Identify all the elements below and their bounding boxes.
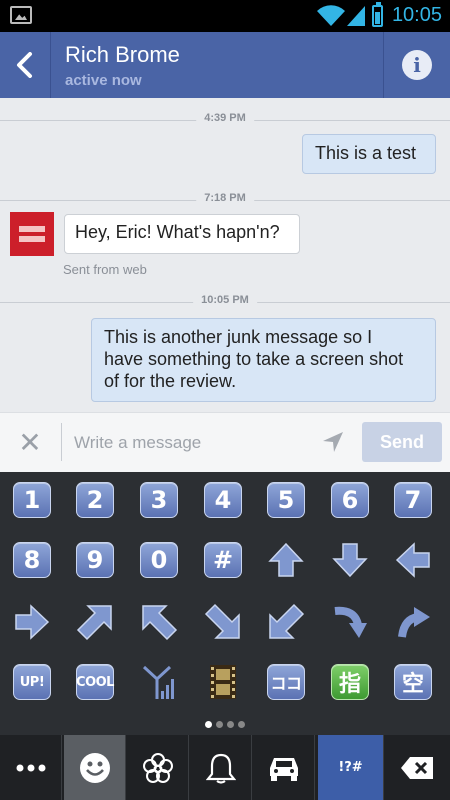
message-line: have something to take a screen shot: [104, 349, 404, 369]
avatar[interactable]: [10, 212, 54, 256]
bell-icon[interactable]: [190, 735, 252, 800]
left-arrow-icon[interactable]: [393, 540, 433, 580]
battery-icon: [372, 2, 383, 27]
page-dot: [227, 721, 234, 728]
timestamp: 7:18 PM: [196, 192, 254, 204]
emoji-key-1[interactable]: 1: [12, 480, 52, 520]
up-arrow-icon[interactable]: [266, 540, 306, 580]
down-right-arrow-icon[interactable]: [203, 602, 243, 642]
location-arrow-icon[interactable]: [322, 431, 344, 453]
divider: [61, 423, 62, 461]
page-indicator: [0, 721, 450, 728]
emoji-key-vacancy[interactable]: 空: [393, 662, 433, 702]
emoji-key-3[interactable]: 3: [139, 480, 179, 520]
message-line: of for the review.: [104, 371, 237, 391]
outgoing-message[interactable]: This is another junk message so I have s…: [91, 318, 436, 402]
info-icon: i: [402, 50, 432, 80]
page-dot: [205, 721, 212, 728]
curve-down-arrow-icon[interactable]: [330, 602, 370, 642]
time-divider: 4:39 PM: [0, 112, 450, 128]
emoji-category-bar: !?#: [0, 735, 450, 800]
message-source: Sent from web: [63, 262, 147, 277]
conversation-header: Rich Brome active now i: [0, 32, 450, 98]
up-right-arrow-icon[interactable]: [75, 602, 115, 642]
film-icon[interactable]: [203, 662, 243, 702]
emoji-key-6[interactable]: 6: [330, 480, 370, 520]
emoji-keyboard: 1 2 3 4 5 6 7 8 9 0 # UP! COOL ココ 指 空: [0, 472, 450, 735]
time-divider: 10:05 PM: [0, 294, 450, 310]
emoji-key-hash[interactable]: #: [203, 540, 243, 580]
status-clock: 10:05: [391, 4, 442, 26]
flower-icon[interactable]: [127, 735, 189, 800]
chevron-left-icon: [17, 52, 32, 78]
message-input[interactable]: [72, 427, 316, 459]
message-line: This is another junk message so I: [104, 327, 373, 347]
down-left-arrow-icon[interactable]: [266, 602, 306, 642]
up-left-arrow-icon[interactable]: [139, 602, 179, 642]
timestamp: 10:05 PM: [193, 294, 257, 306]
status-bar: 10:05: [0, 0, 450, 32]
message-composer: ✕ Send: [0, 412, 450, 472]
emoji-key-7[interactable]: 7: [393, 480, 433, 520]
message-thread[interactable]: 4:39 PM This is a test 7:18 PM Hey, Eric…: [0, 98, 450, 412]
outgoing-message[interactable]: This is a test: [302, 134, 436, 174]
emoji-key-9[interactable]: 9: [75, 540, 115, 580]
signal-icon: [347, 6, 365, 26]
emoji-key-4[interactable]: 4: [203, 480, 243, 520]
right-arrow-icon[interactable]: [12, 602, 52, 642]
message-text: Hey, Eric! What's hapn'n?: [75, 222, 280, 242]
emoji-key-finger[interactable]: 指: [330, 662, 370, 702]
close-icon[interactable]: ✕: [12, 427, 48, 459]
curve-up-arrow-icon[interactable]: [393, 602, 433, 642]
car-icon[interactable]: [253, 735, 315, 800]
wifi-icon: [317, 5, 345, 26]
timestamp: 4:39 PM: [196, 112, 254, 124]
page-dot: [238, 721, 245, 728]
page-dot: [216, 721, 223, 728]
emoji-key-cool[interactable]: COOL: [75, 662, 115, 702]
emoji-key-up[interactable]: UP!: [12, 662, 52, 702]
emoji-key-5[interactable]: 5: [266, 480, 306, 520]
symbols-tab[interactable]: !?#: [318, 735, 384, 800]
smiley-icon[interactable]: [64, 735, 126, 800]
backspace-icon[interactable]: [384, 735, 450, 800]
down-arrow-icon[interactable]: [330, 540, 370, 580]
send-button[interactable]: Send: [362, 422, 442, 462]
more-icon[interactable]: [0, 735, 62, 800]
back-button[interactable]: [0, 32, 51, 98]
emoji-key-koko[interactable]: ココ: [266, 662, 306, 702]
message-text: This is a test: [315, 143, 417, 163]
info-button[interactable]: i: [383, 32, 450, 98]
gallery-notification-icon: [10, 6, 32, 24]
emoji-key-0[interactable]: 0: [139, 540, 179, 580]
incoming-message[interactable]: Hey, Eric! What's hapn'n?: [64, 214, 300, 254]
emoji-key-8[interactable]: 8: [12, 540, 52, 580]
time-divider: 7:18 PM: [0, 192, 450, 208]
antenna-icon[interactable]: [139, 662, 179, 702]
symbols-tab-label: !?#: [338, 760, 363, 775]
presence-status: active now: [65, 72, 142, 89]
emoji-key-2[interactable]: 2: [75, 480, 115, 520]
contact-name: Rich Brome: [65, 42, 180, 67]
